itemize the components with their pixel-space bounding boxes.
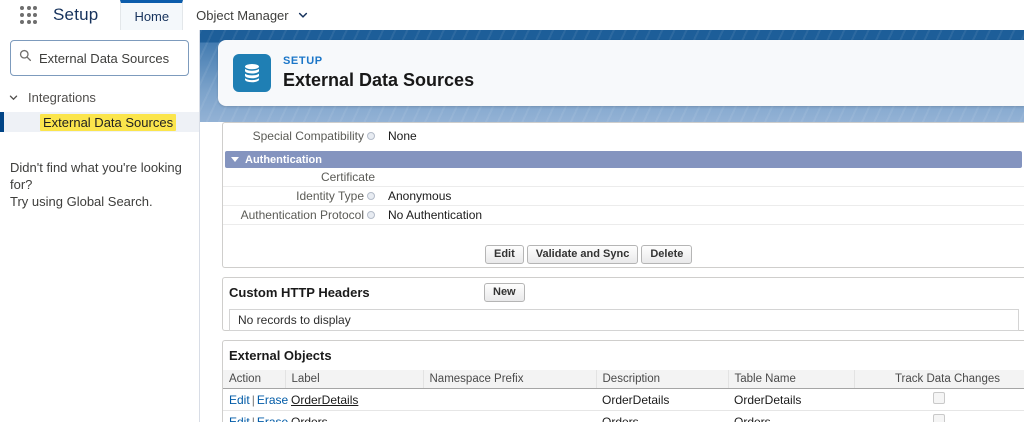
- page-title: External Data Sources: [283, 70, 475, 90]
- detail-row-special-compatibility: Special Compatibility None: [223, 126, 1024, 145]
- page-header-card: SETUP External Data Sources: [218, 40, 1024, 106]
- table-name-cell: OrderDetails: [728, 388, 854, 411]
- edit-link[interactable]: Edit: [229, 415, 250, 422]
- chevron-down-icon: [8, 92, 19, 103]
- field-label: Special Compatibility: [252, 128, 364, 143]
- main-content-region: SETUP External Data Sources Special Comp…: [200, 30, 1024, 422]
- table-header-row: Action Label Namespace Prefix Descriptio…: [223, 370, 1024, 389]
- edit-link[interactable]: Edit: [229, 393, 250, 407]
- column-header-description: Description: [596, 370, 729, 389]
- sidebar-section-label: Integrations: [28, 90, 96, 105]
- collapse-triangle-icon: [231, 157, 239, 162]
- chevron-down-icon: [297, 9, 309, 21]
- search-match-highlight: External Data Sources: [40, 113, 177, 131]
- tab-home-label: Home: [134, 9, 170, 24]
- detail-row-identity-type: Identity Type Anonymous: [223, 187, 1024, 206]
- setup-tab-bar: Home Object Manager: [120, 0, 321, 30]
- object-label-link[interactable]: OrderDetails: [291, 393, 358, 407]
- app-launcher-icon[interactable]: [20, 6, 37, 24]
- setup-detail-content: Special Compatibility None Authenticatio…: [200, 122, 1024, 422]
- sidebar-item-external-data-sources[interactable]: External Data Sources: [0, 112, 199, 132]
- help-line-1: Didn't find what you're looking for?: [10, 160, 182, 192]
- field-value: None: [388, 128, 417, 143]
- object-label-link[interactable]: Orders: [291, 415, 328, 422]
- delete-button[interactable]: Delete: [641, 245, 693, 264]
- table-row: Edit | Erase OrderDetails OrderDetails Ord…: [223, 388, 1024, 411]
- edit-button[interactable]: Edit: [485, 245, 524, 264]
- section-title: Authentication: [245, 153, 322, 166]
- column-header-namespace-prefix: Namespace Prefix: [423, 370, 597, 389]
- track-data-changes-checkbox: [933, 392, 945, 404]
- help-line-2: Try using Global Search.: [10, 194, 153, 209]
- search-input[interactable]: [39, 50, 180, 66]
- field-value: Anonymous: [388, 189, 452, 203]
- namespace-prefix-cell: [423, 410, 596, 422]
- sidebar-item-integrations[interactable]: Integrations: [8, 90, 199, 105]
- tab-object-manager-label: Object Manager: [196, 7, 289, 23]
- search-icon: [19, 49, 32, 67]
- quick-find-search[interactable]: [10, 40, 189, 76]
- external-objects-title: External Objects: [229, 348, 332, 363]
- setup-eyebrow: SETUP: [283, 55, 323, 67]
- data-source-detail-card: Special Compatibility None Authenticatio…: [222, 122, 1024, 268]
- table-name-cell: Orders: [728, 410, 854, 422]
- custom-http-headers-card: Custom HTTP Headers New No records to di…: [222, 277, 1024, 331]
- description-cell: OrderDetails: [596, 388, 728, 411]
- detail-row-authentication-protocol: Authentication Protocol No Authenticatio…: [223, 206, 1024, 225]
- column-header-action: Action: [223, 370, 286, 389]
- erase-link[interactable]: Erase: [257, 415, 288, 422]
- external-objects-card: External Objects Action Label Namespace …: [222, 340, 1024, 422]
- external-objects-table: Action Label Namespace Prefix Descriptio…: [223, 370, 1024, 422]
- app-name: Setup: [53, 5, 99, 24]
- detail-button-row: Edit Validate and Sync Delete: [223, 245, 1024, 264]
- action-separator: |: [251, 392, 255, 407]
- global-navigation-bar: Setup Home Object Manager: [0, 0, 1024, 30]
- custom-http-headers-title: Custom HTTP Headers: [229, 285, 370, 300]
- info-icon: [367, 211, 375, 219]
- tab-object-manager[interactable]: Object Manager: [183, 0, 322, 30]
- tab-home[interactable]: Home: [120, 0, 184, 30]
- empty-list-message: No records to display: [229, 309, 1019, 331]
- info-icon: [367, 192, 375, 200]
- validate-and-sync-button[interactable]: Validate and Sync: [526, 245, 639, 264]
- column-header-table-name: Table Name: [728, 370, 855, 389]
- column-header-track-data-changes: Track Data Changes: [854, 370, 1024, 389]
- erase-link[interactable]: Erase: [257, 393, 288, 407]
- setup-sidebar: Integrations External Data Sources Didn'…: [0, 30, 200, 422]
- column-header-label: Label: [285, 370, 424, 389]
- field-value: No Authentication: [388, 208, 483, 222]
- authentication-section-header[interactable]: Authentication: [225, 151, 1022, 168]
- new-button[interactable]: New: [484, 283, 525, 302]
- field-label: Identity Type: [296, 189, 364, 203]
- sidebar-help-text: Didn't find what you're looking for? Try…: [10, 159, 189, 210]
- description-cell: Orders: [596, 410, 728, 422]
- table-row: Edit | Erase Orders Orders Orders: [223, 410, 1024, 422]
- detail-row-certificate: Certificate: [223, 168, 1024, 187]
- namespace-prefix-cell: [423, 388, 596, 411]
- database-icon: [233, 54, 271, 92]
- info-icon: [367, 131, 375, 140]
- field-label: Certificate: [320, 170, 375, 184]
- track-data-changes-checkbox: [933, 414, 945, 422]
- action-separator: |: [251, 414, 255, 422]
- field-label: Authentication Protocol: [240, 208, 364, 222]
